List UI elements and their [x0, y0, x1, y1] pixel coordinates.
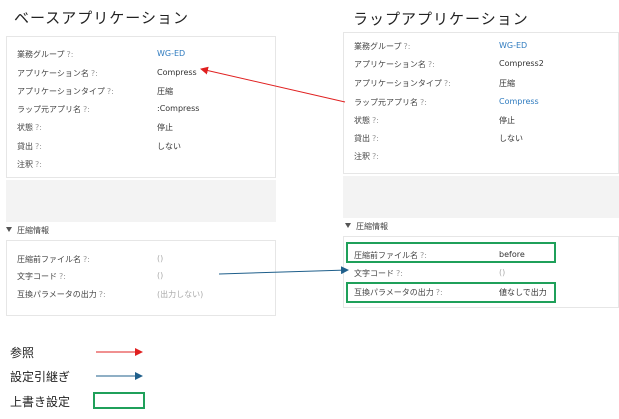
inherit-arrow — [218, 266, 349, 275]
legend-override-label: 上書き設定 — [10, 395, 71, 409]
legend-override-swatch — [93, 392, 145, 409]
annotation-arrows — [96, 66, 349, 380]
legend-inherit-label: 設定引継ぎ — [10, 370, 71, 384]
legend-reference-label: 参照 — [10, 346, 35, 360]
reference-arrow — [200, 66, 346, 103]
